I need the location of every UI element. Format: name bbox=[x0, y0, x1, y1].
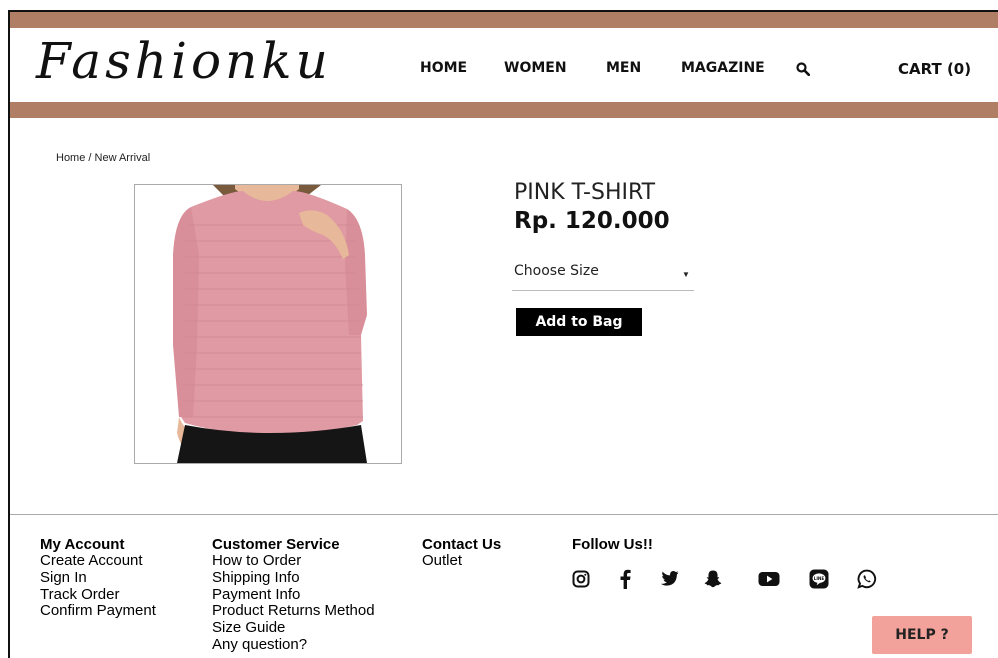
line-icon[interactable]: LINE bbox=[808, 568, 830, 590]
add-to-bag-button[interactable]: Add to Bag bbox=[516, 308, 642, 336]
twitter-icon[interactable] bbox=[658, 568, 680, 590]
whatsapp-icon[interactable] bbox=[856, 568, 878, 590]
header-bottom-band bbox=[10, 102, 998, 118]
snapchat-icon[interactable] bbox=[702, 568, 724, 590]
nav-magazine[interactable]: MAGAZINE bbox=[681, 60, 765, 76]
footer-link-sign-in[interactable]: Sign In bbox=[40, 569, 156, 587]
search-icon[interactable] bbox=[796, 62, 811, 77]
caret-down-icon: ▼ bbox=[682, 270, 690, 279]
footer-link-shipping-info[interactable]: Shipping Info bbox=[212, 569, 375, 587]
svg-text:LINE: LINE bbox=[814, 576, 825, 581]
footer-link-returns-method[interactable]: Product Returns Method bbox=[212, 603, 375, 620]
main-nav: HOME WOMEN MEN MAGAZINE bbox=[10, 60, 998, 80]
product-name: PINK T-SHIRT bbox=[514, 180, 656, 205]
footer-link-create-account[interactable]: Create Account bbox=[40, 552, 156, 570]
page-frame: Fashionku HOME WOMEN MEN MAGAZINE CART (… bbox=[8, 10, 998, 658]
footer-contact-us: Contact Us Outlet bbox=[422, 536, 501, 570]
facebook-icon[interactable] bbox=[614, 568, 636, 590]
footer-divider bbox=[10, 514, 998, 515]
footer-link-payment-info[interactable]: Payment Info bbox=[212, 586, 375, 604]
footer-link-outlet[interactable]: Outlet bbox=[422, 552, 501, 570]
footer-my-account: My Account Create Account Sign In Track … bbox=[40, 536, 156, 620]
footer-heading: Customer Service bbox=[212, 536, 340, 553]
footer-link-track-order[interactable]: Track Order bbox=[40, 586, 156, 604]
instagram-icon[interactable] bbox=[570, 568, 592, 590]
breadcrumb[interactable]: Home / New Arrival bbox=[56, 152, 150, 164]
footer-link-confirm-payment[interactable]: Confirm Payment bbox=[40, 603, 156, 620]
nav-men[interactable]: MEN bbox=[606, 60, 641, 76]
footer-customer-service: Customer Service How to Order Shipping I… bbox=[212, 536, 375, 654]
footer-heading: Contact Us bbox=[422, 536, 502, 553]
pink-tshirt-photo bbox=[173, 185, 367, 463]
footer-heading: Follow Us!! bbox=[572, 536, 653, 553]
header-top-band bbox=[10, 12, 998, 28]
footer-link-size-guide[interactable]: Size Guide bbox=[212, 619, 375, 637]
product-price: Rp. 120.000 bbox=[514, 208, 670, 234]
product-image[interactable] bbox=[134, 184, 402, 464]
footer-link-how-to-order[interactable]: How to Order bbox=[212, 552, 375, 570]
youtube-icon[interactable] bbox=[758, 568, 780, 590]
footer-link-any-question[interactable]: Any question? bbox=[212, 636, 375, 654]
footer-follow-us: Follow Us!! bbox=[572, 536, 653, 553]
help-button[interactable]: HELP ? bbox=[872, 616, 972, 654]
cart-link[interactable]: CART (0) bbox=[898, 60, 971, 78]
footer-heading: My Account bbox=[40, 536, 125, 553]
nav-women[interactable]: WOMEN bbox=[504, 60, 567, 76]
nav-home[interactable]: HOME bbox=[420, 60, 467, 76]
size-select-value: Choose Size bbox=[514, 263, 599, 279]
size-select[interactable]: Choose Size ▼ bbox=[512, 260, 694, 291]
